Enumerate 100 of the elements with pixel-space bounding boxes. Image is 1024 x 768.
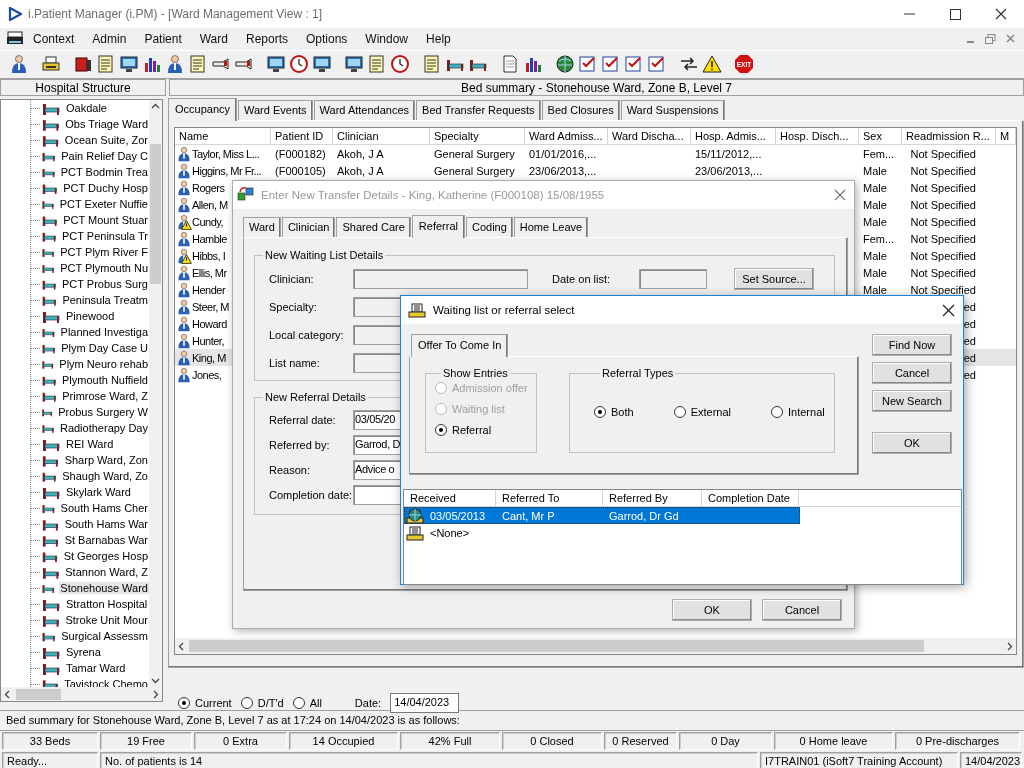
- monitor-icon[interactable]: [344, 54, 364, 74]
- clock-icon[interactable]: [289, 54, 309, 74]
- tree-item[interactable]: Stratton Hospital: [65, 598, 149, 610]
- tree-item[interactable]: South Hams Cher: [59, 502, 149, 514]
- menu-item[interactable]: Admin: [83, 32, 136, 46]
- close-icon[interactable]: [995, 8, 1007, 20]
- radio-button[interactable]: Referral: [435, 424, 536, 436]
- tree-item[interactable]: PCT Probus Surg: [61, 278, 149, 290]
- tree-item[interactable]: Surgical Assessm: [60, 630, 149, 642]
- tree-item[interactable]: South Hams War: [63, 518, 149, 530]
- tree-item[interactable]: Obs Triage Ward: [64, 118, 149, 130]
- tab[interactable]: Occupancy: [168, 98, 238, 121]
- scroll-left-icon[interactable]: [4, 689, 10, 699]
- person-icon[interactable]: [9, 54, 29, 74]
- book-icon[interactable]: [73, 54, 93, 74]
- scrollbar-thumb[interactable]: [189, 640, 924, 652]
- radio-button[interactable]: Current: [178, 697, 232, 709]
- tree-item[interactable]: Peninsula Treatm: [61, 294, 149, 306]
- scrollbar-thumb[interactable]: [16, 688, 61, 700]
- column-header[interactable]: Received: [404, 490, 496, 506]
- tree-item[interactable]: Stroke Unit Mour: [64, 614, 149, 626]
- tab[interactable]: Bed Transfer Requests: [416, 100, 541, 120]
- column-header[interactable]: Ward Admiss...: [525, 128, 608, 145]
- date-field[interactable]: 14/04/2023: [390, 693, 460, 713]
- printer-icon[interactable]: [6, 31, 24, 47]
- tree-item[interactable]: Radiotherapy Day: [58, 422, 149, 434]
- tree-item[interactable]: Stannon Ward, Z: [64, 566, 149, 578]
- column-header[interactable]: Sex: [859, 128, 902, 145]
- close-icon[interactable]: [942, 303, 955, 317]
- column-header[interactable]: Clinician: [333, 128, 430, 145]
- tab[interactable]: Clinician: [281, 217, 336, 237]
- radio-button[interactable]: Both: [594, 406, 634, 418]
- tree-item[interactable]: PCT Duchy Hosp: [62, 182, 149, 194]
- tab[interactable]: Ward Suspensions: [620, 100, 725, 120]
- tree-item[interactable]: St Barnabas War: [63, 534, 149, 546]
- column-header[interactable]: Specialty: [430, 128, 525, 145]
- tree-item[interactable]: Skylark Ward: [65, 486, 132, 498]
- dialog-button[interactable]: Cancel: [872, 362, 952, 384]
- tree-item[interactable]: Plym Neuro rehab: [58, 358, 149, 370]
- scroll-down-icon[interactable]: [151, 678, 160, 684]
- tree-item[interactable]: Primrose Ward, Z: [61, 390, 149, 402]
- person-icon[interactable]: [165, 54, 185, 74]
- tree-item[interactable]: Probus Surgery W: [57, 406, 149, 418]
- tree-item[interactable]: Stonehouse Ward: [59, 582, 149, 594]
- clock-icon[interactable]: [390, 54, 410, 74]
- tree-item[interactable]: Pain Relief Day C: [60, 150, 149, 162]
- scroll-right-icon[interactable]: [153, 689, 159, 699]
- dialog-button[interactable]: Cancel: [762, 599, 842, 621]
- tree-item[interactable]: Plym Day Case U: [60, 342, 149, 354]
- tree-item[interactable]: PCT Bodmin Trea: [59, 166, 149, 178]
- menu-item[interactable]: Window: [356, 32, 418, 46]
- tab[interactable]: Home Leave: [513, 217, 589, 237]
- column-header[interactable]: Patient ID: [271, 128, 333, 145]
- tree-item[interactable]: PCT Exeter Nuffie: [58, 198, 149, 210]
- scroll-right-icon[interactable]: [1007, 641, 1013, 651]
- warning-icon[interactable]: [702, 54, 722, 74]
- tree-item[interactable]: Pinewood: [65, 310, 116, 322]
- scrollbar-thumb[interactable]: [150, 143, 161, 284]
- menu-item[interactable]: Help: [417, 32, 460, 46]
- tree-item[interactable]: St Georges Hosp: [62, 550, 149, 562]
- scroll-left-icon[interactable]: [178, 641, 184, 651]
- tree-item[interactable]: Planned Investiga: [59, 326, 149, 338]
- maximize-icon[interactable]: [949, 8, 961, 20]
- minimize-icon[interactable]: [903, 13, 915, 15]
- column-header[interactable]: Ward Discha...: [608, 128, 691, 145]
- checklist-icon[interactable]: [647, 54, 667, 74]
- column-header[interactable]: Referred By: [603, 490, 702, 506]
- column-header[interactable]: Referred To: [496, 490, 603, 506]
- tree-item[interactable]: Tamar Ward: [65, 662, 127, 674]
- tab[interactable]: Shared Care: [336, 217, 411, 237]
- tab[interactable]: Ward: [243, 217, 281, 237]
- globe-icon[interactable]: [555, 54, 575, 74]
- column-header[interactable]: Hosp. Disch...: [776, 128, 859, 145]
- tree-item[interactable]: Oakdale: [65, 102, 108, 114]
- column-header[interactable]: Readmission R...: [902, 128, 996, 145]
- radio-button[interactable]: External: [673, 406, 731, 418]
- dialog-button[interactable]: OK: [672, 599, 752, 621]
- tab[interactable]: Ward Attendances: [313, 100, 416, 120]
- radio-button[interactable]: All: [292, 697, 322, 709]
- menu-item[interactable]: Context: [24, 32, 84, 46]
- dialog-button[interactable]: Find Now: [872, 334, 952, 356]
- dialog-button[interactable]: OK: [872, 432, 952, 454]
- tree-item[interactable]: PCT Plymouth Nu: [59, 262, 149, 274]
- tab[interactable]: Coding: [465, 217, 513, 237]
- checklist-icon[interactable]: [578, 54, 598, 74]
- checklist-icon[interactable]: [624, 54, 644, 74]
- menu-item[interactable]: Reports: [236, 32, 297, 46]
- monitor-icon[interactable]: [266, 54, 286, 74]
- document-icon[interactable]: [500, 54, 520, 74]
- date-field[interactable]: [639, 269, 707, 289]
- tab[interactable]: Offer To Come In: [411, 334, 509, 357]
- tree-item[interactable]: Plymouth Nuffield: [61, 374, 149, 386]
- tree-item[interactable]: PCT Mount Stuar: [62, 214, 149, 226]
- monitor-icon[interactable]: [312, 54, 332, 74]
- notepad-icon[interactable]: [188, 54, 208, 74]
- tree-item[interactable]: Ocean Suite, Zor: [63, 134, 149, 146]
- set-source-button[interactable]: Set Source...: [734, 268, 814, 290]
- menu-item[interactable]: Options: [297, 32, 357, 46]
- selected-row[interactable]: 03/05/2013 Cant, Mr P Garrod, Dr Gd: [404, 507, 800, 524]
- menu-item[interactable]: Patient: [135, 32, 191, 46]
